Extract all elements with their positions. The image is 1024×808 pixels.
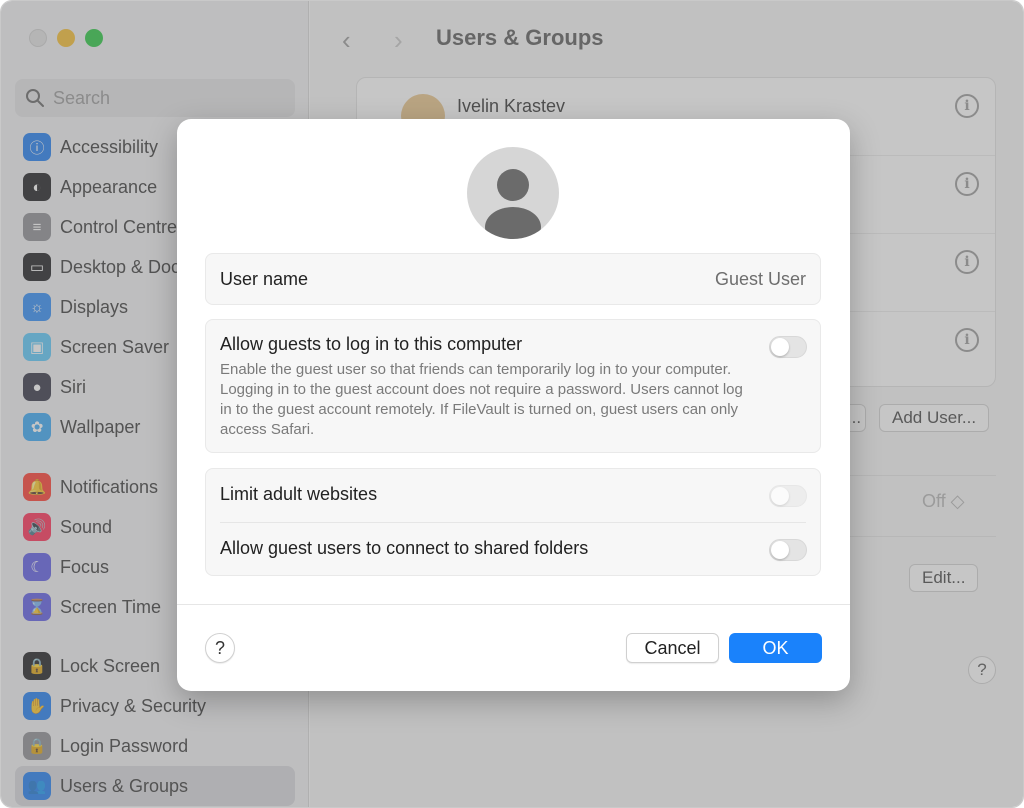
username-label: User name	[220, 269, 309, 289]
guest-options: Limit adult websites Allow guest users t…	[205, 468, 821, 576]
allow-guests-description: Enable the guest user so that friends ca…	[220, 361, 743, 438]
username-value[interactable]: Guest User	[715, 269, 806, 290]
divider	[220, 522, 806, 523]
limit-adult-toggle[interactable]	[769, 485, 807, 507]
username-row: User name Guest User	[205, 253, 821, 305]
guest-avatar-icon	[467, 147, 559, 239]
cancel-button[interactable]: Cancel	[626, 633, 719, 663]
limit-adult-label: Limit adult websites	[220, 484, 378, 504]
shared-folders-label: Allow guest users to connect to shared f…	[220, 538, 589, 558]
guest-user-dialog: User name Guest User Allow guests to log…	[177, 119, 850, 691]
ok-button[interactable]: OK	[729, 633, 822, 663]
allow-guests-row: Allow guests to log in to this computer …	[205, 319, 821, 453]
settings-window: ⓘAccessibility◐Appearance≡Control Centre…	[0, 0, 1024, 808]
allow-guests-toggle[interactable]	[769, 336, 807, 358]
allow-guests-label: Allow guests to log in to this computer	[220, 334, 523, 354]
divider	[177, 604, 850, 605]
help-button[interactable]: ?	[205, 633, 235, 663]
shared-folders-toggle[interactable]	[769, 539, 807, 561]
